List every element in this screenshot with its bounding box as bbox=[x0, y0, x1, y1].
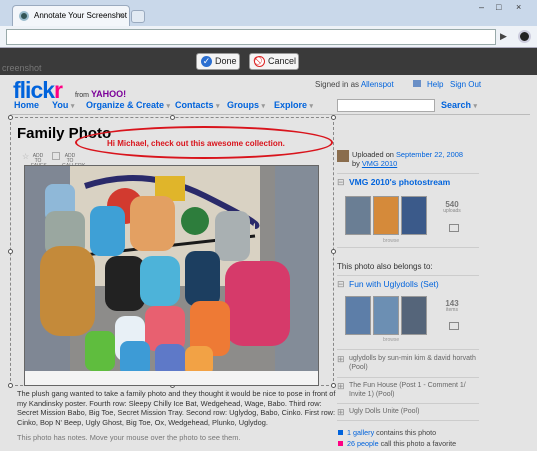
plus-icon[interactable]: ⊞ bbox=[337, 407, 345, 418]
check-icon: ✓ bbox=[201, 56, 212, 67]
chevron-down-icon: ▾ bbox=[261, 103, 266, 110]
gallery-icon[interactable] bbox=[52, 152, 60, 160]
annotation-toolbar: ✓ Done ⃠ Cancel bbox=[0, 48, 537, 75]
username-link[interactable]: Allenspot bbox=[361, 80, 394, 89]
address-input[interactable] bbox=[6, 29, 496, 45]
slideshow-icon[interactable] bbox=[449, 322, 459, 330]
favorite-line: 26 people call this photo a favorite bbox=[347, 439, 457, 448]
star-icon[interactable]: ☆ bbox=[22, 152, 29, 161]
resize-handle[interactable] bbox=[331, 383, 336, 388]
chevron-down-icon: ▾ bbox=[166, 103, 171, 110]
plush-dolls-photo bbox=[25, 166, 318, 385]
fav-count-link[interactable]: 26 people bbox=[347, 439, 379, 448]
uploaded-info: Uploaded on September 22, 2008 by VMG 20… bbox=[352, 150, 463, 168]
close-window-icon[interactable]: × bbox=[516, 2, 521, 12]
nav-groups[interactable]: Groups ▾ bbox=[227, 100, 265, 110]
go-icon[interactable]: ▶ bbox=[500, 31, 507, 42]
nav-explore[interactable]: Explore ▾ bbox=[274, 100, 313, 110]
pool-item[interactable]: The Fun House (Post 1 - Comment 1/ Invit… bbox=[349, 381, 477, 399]
nav-divider bbox=[10, 114, 530, 115]
no-entry-icon: ⃠ bbox=[254, 56, 265, 67]
stream-thumb[interactable] bbox=[345, 196, 371, 235]
screenshot-label: creenshot bbox=[2, 63, 42, 73]
favorite-icon bbox=[338, 441, 343, 446]
divider bbox=[337, 173, 479, 174]
maximize-icon[interactable]: □ bbox=[496, 2, 501, 12]
pool-item[interactable]: uglydolls by sun-min kim & david horvath… bbox=[349, 354, 477, 372]
nav-you[interactable]: You ▾ bbox=[52, 100, 74, 110]
annotation-text[interactable]: Hi Michael, check out this awesome colle… bbox=[107, 139, 285, 148]
set-title[interactable]: Fun with Uglydolls (Set) bbox=[349, 279, 439, 289]
also-belongs-heading: This photo also belongs to: bbox=[337, 262, 433, 271]
divider bbox=[337, 275, 479, 276]
set-thumb[interactable] bbox=[345, 296, 371, 335]
photo-description: The plush gang wanted to take a family p… bbox=[17, 389, 336, 428]
gallery-icon bbox=[338, 430, 343, 435]
search-input[interactable] bbox=[337, 99, 435, 112]
done-label: Done bbox=[215, 56, 237, 66]
photostream-title[interactable]: VMG 2010's photostream bbox=[349, 177, 450, 187]
resize-handle[interactable] bbox=[331, 115, 336, 120]
tab-title: Annotate Your Screenshot bbox=[34, 11, 127, 20]
nav-organize[interactable]: Organize & Create ▾ bbox=[86, 100, 170, 110]
cancel-label: Cancel bbox=[268, 56, 297, 66]
gallery-count-link[interactable]: 1 gallery bbox=[347, 428, 374, 437]
avatar[interactable] bbox=[337, 150, 349, 162]
divider bbox=[337, 247, 479, 248]
gallery-line: 1 gallery contains this photo bbox=[347, 428, 437, 437]
signout-link[interactable]: Sign Out bbox=[450, 80, 481, 89]
chevron-down-icon: ▾ bbox=[70, 103, 75, 110]
divider bbox=[337, 420, 479, 421]
minimize-icon[interactable]: – bbox=[479, 2, 484, 12]
chevron-down-icon: ▾ bbox=[473, 103, 478, 110]
help-link[interactable]: Help bbox=[427, 80, 443, 89]
browse-link[interactable]: browse bbox=[383, 238, 399, 244]
nav-home[interactable]: Home bbox=[14, 100, 39, 110]
new-tab-button[interactable] bbox=[131, 10, 145, 23]
signed-in-text: Signed in as Allenspot bbox=[315, 80, 394, 89]
resize-handle[interactable] bbox=[331, 249, 336, 254]
browser-tab-bar: Annotate Your Screenshot × – □ × bbox=[0, 0, 537, 26]
divider bbox=[337, 403, 479, 404]
notes-hint: This photo has notes. Move your mouse ov… bbox=[17, 433, 241, 442]
set-thumb[interactable] bbox=[401, 296, 427, 335]
pool-item[interactable]: Ugly Dolls Unite (Pool) bbox=[349, 407, 477, 416]
resize-handle[interactable] bbox=[8, 115, 13, 120]
chevron-down-icon: ▾ bbox=[309, 103, 314, 110]
upload-count: 540 uploads bbox=[443, 200, 461, 215]
slideshow-icon[interactable] bbox=[449, 224, 459, 232]
extension-icon[interactable] bbox=[518, 30, 531, 43]
plus-icon[interactable]: ⊟ bbox=[337, 177, 345, 188]
plus-icon[interactable]: ⊟ bbox=[337, 279, 345, 290]
upload-date-link[interactable]: September 22, 2008 bbox=[396, 150, 463, 159]
cancel-button[interactable]: ⃠ Cancel bbox=[249, 53, 299, 70]
done-button[interactable]: ✓ Done bbox=[196, 53, 240, 70]
stream-thumb[interactable] bbox=[373, 196, 399, 235]
plus-icon[interactable]: ⊞ bbox=[337, 354, 345, 365]
resize-handle[interactable] bbox=[8, 383, 13, 388]
browse-link[interactable]: browse bbox=[383, 337, 399, 343]
set-count: 143 items bbox=[445, 299, 459, 314]
tab-favicon-icon bbox=[19, 11, 29, 21]
search-button[interactable]: Search ▾ bbox=[441, 100, 477, 110]
resize-handle[interactable] bbox=[170, 115, 175, 120]
chevron-down-icon: ▾ bbox=[216, 103, 220, 110]
resize-handle[interactable] bbox=[8, 249, 13, 254]
browser-tab[interactable]: Annotate Your Screenshot × bbox=[12, 5, 130, 26]
address-bar-row: ▶ bbox=[0, 26, 537, 48]
set-thumb[interactable] bbox=[373, 296, 399, 335]
stream-thumb[interactable] bbox=[401, 196, 427, 235]
uploader-link[interactable]: VMG 2010 bbox=[362, 159, 397, 168]
tab-close-icon[interactable]: × bbox=[119, 10, 124, 20]
divider bbox=[337, 377, 479, 378]
nav-contacts[interactable]: Contacts ▾ bbox=[175, 100, 220, 110]
photo-image[interactable] bbox=[24, 165, 319, 386]
divider bbox=[337, 349, 479, 350]
plus-icon[interactable]: ⊞ bbox=[337, 381, 345, 392]
mail-icon[interactable] bbox=[413, 80, 421, 87]
